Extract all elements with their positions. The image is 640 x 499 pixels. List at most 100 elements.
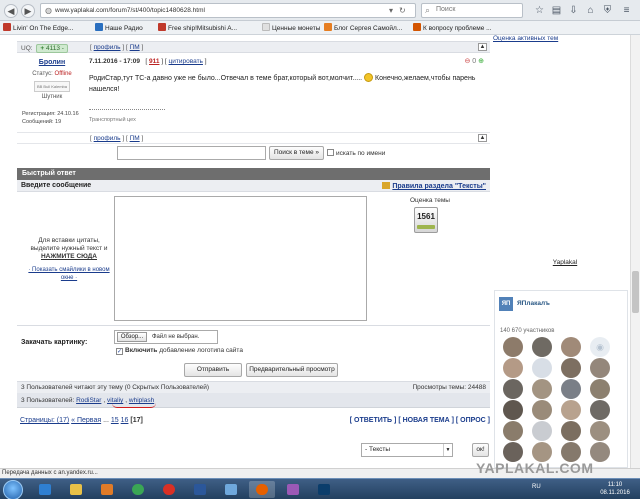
member-avatar[interactable] [532,379,552,399]
taskbar-app-word[interactable] [187,481,213,498]
reply-link[interactable]: [ ОТВЕТИТЬ ] [350,417,397,424]
taskbar-app-paint[interactable] [280,481,306,498]
member-avatar[interactable] [503,358,523,378]
member-avatar[interactable] [561,358,581,378]
member-avatar[interactable] [590,379,610,399]
dropdown-icon[interactable]: ▾ [389,6,393,15]
member-avatar[interactable] [561,337,581,357]
home-icon[interactable]: ⌂ [584,4,597,17]
reading-list-icon[interactable]: ▤ [550,4,563,17]
bookmark-item[interactable]: К вопросу проблеме ... [413,23,492,33]
member-avatar[interactable] [503,337,523,357]
camera-placeholder-icon[interactable]: ◉ [590,337,610,357]
first-page-link[interactable]: « Первая [71,417,101,424]
active-topics-link[interactable]: Оценка активных тем [493,35,558,42]
taskbar-app-gallery[interactable] [218,481,244,498]
topic-search-button[interactable]: Поиск в теме » [269,146,324,160]
system-clock[interactable]: 11:10 08.11.2016 [595,481,635,497]
member-avatar[interactable] [532,421,552,441]
search-by-name-option[interactable]: искать по имени [327,149,385,157]
member-avatar[interactable] [532,337,552,357]
poll-link[interactable]: [ ОПРОС ] [456,417,490,424]
member-avatar[interactable] [561,379,581,399]
community-logo-icon[interactable]: ЯП [499,297,513,311]
search-box[interactable]: ⌕ [421,3,523,18]
member-avatar[interactable] [590,400,610,420]
member-avatar[interactable] [532,358,552,378]
start-button[interactable] [3,480,23,499]
taskbar-app-chrome[interactable] [125,481,151,498]
vote-down-icon[interactable]: ⊖ [464,58,470,65]
post-number[interactable]: 911 [149,58,160,65]
menu-icon[interactable]: ≡ [620,4,633,17]
pm-link[interactable]: ПМ [130,135,140,142]
taskbar-app-photoshop[interactable] [311,481,337,498]
message-textarea[interactable] [114,196,367,321]
avatar[interactable]: BB Bull Kalemba [34,81,70,92]
star-icon[interactable]: ☆ [533,4,546,17]
member-avatar[interactable] [590,358,610,378]
rating-vote-icon[interactable] [417,225,435,229]
browse-button[interactable]: Обзор... [117,332,147,342]
taskbar-app-explorer[interactable] [63,481,89,498]
member-avatar[interactable] [532,442,552,462]
new-topic-link[interactable]: [ НОВАЯ ТЕМА ] [398,417,454,424]
topic-rating-widget[interactable]: 1561 [414,207,438,233]
member-avatar[interactable] [590,421,610,441]
member-avatar[interactable] [503,442,523,462]
reader-link[interactable]: RodiStar [76,397,101,404]
member-avatar[interactable] [503,421,523,441]
community-name[interactable]: ЯПлакалъ [517,300,550,307]
scroll-up-icon[interactable]: ▲ [478,43,487,51]
scrollbar-thumb[interactable] [632,271,639,313]
pages-label[interactable]: Страницы: (17) [20,417,69,424]
member-avatar[interactable] [503,379,523,399]
page-link[interactable]: 16 [121,417,129,424]
shield-icon[interactable]: ⛨ [601,4,614,17]
quote-link[interactable]: цитировать [169,58,203,65]
section-rules-link[interactable]: Правила раздела "Тексты" [382,182,486,190]
bookmark-item[interactable]: Free ship!Mitsubishi A... [158,23,237,33]
preview-button[interactable]: Предварительный просмотр [246,363,338,377]
logo-checkbox[interactable] [116,348,123,355]
page-link[interactable]: 15 [111,417,119,424]
bookmark-item[interactable]: Ценные монеты [262,23,320,33]
topic-search-input[interactable] [117,146,266,160]
vote-up-icon[interactable]: ⊕ [478,58,484,65]
profile-link[interactable]: профиль [94,135,121,142]
back-button[interactable]: ◀ [4,4,18,18]
member-avatar[interactable] [532,400,552,420]
profile-link[interactable]: профиль [94,44,121,51]
pm-link[interactable]: ПМ [130,44,140,51]
search-input[interactable] [436,6,520,13]
bookmark-item[interactable]: Livin' On The Edge... [3,23,73,33]
send-button[interactable]: Отправить [184,363,242,377]
bookmark-item[interactable]: Наше Радио [95,23,143,33]
show-smileys-link[interactable]: · Показать смайлики в новом окне · [23,266,115,282]
insert-quote-link[interactable]: НАЖМИТЕ СЮДА [23,253,115,261]
file-input[interactable]: Обзор... Файл не выбран. [114,330,218,344]
author-name[interactable]: Бролин [17,59,87,66]
download-icon[interactable]: ⇩ [567,4,580,17]
taskbar-app-ie[interactable] [32,481,58,498]
search-by-name-checkbox[interactable] [327,149,334,156]
keyboard-language[interactable]: RU [532,484,541,490]
member-avatar[interactable] [561,421,581,441]
forward-button[interactable]: ▶ [21,4,35,18]
member-avatar[interactable] [590,442,610,462]
member-avatar[interactable] [561,400,581,420]
taskbar-app-media[interactable] [94,481,120,498]
member-avatar[interactable] [561,442,581,462]
reload-icon[interactable]: ↻ [399,6,406,15]
member-avatar[interactable] [503,400,523,420]
taskbar-app-firefox[interactable] [249,481,275,498]
bookmark-item[interactable]: Блог Сергея Самойл... [324,23,402,33]
logo-option[interactable]: Включить добавление логотипа сайта [116,347,243,355]
scroll-up-icon[interactable]: ▲ [478,134,487,142]
vk-widget-caption[interactable]: Yaplakal [545,259,585,266]
page-scrollbar[interactable] [630,35,640,468]
taskbar-app-yandex[interactable] [156,481,182,498]
rep-badge[interactable]: + 4113 - [36,44,68,53]
forum-jump-ok-button[interactable]: ок! [472,443,489,457]
forum-jump-select[interactable]: - Тексты ▼ [361,443,453,457]
